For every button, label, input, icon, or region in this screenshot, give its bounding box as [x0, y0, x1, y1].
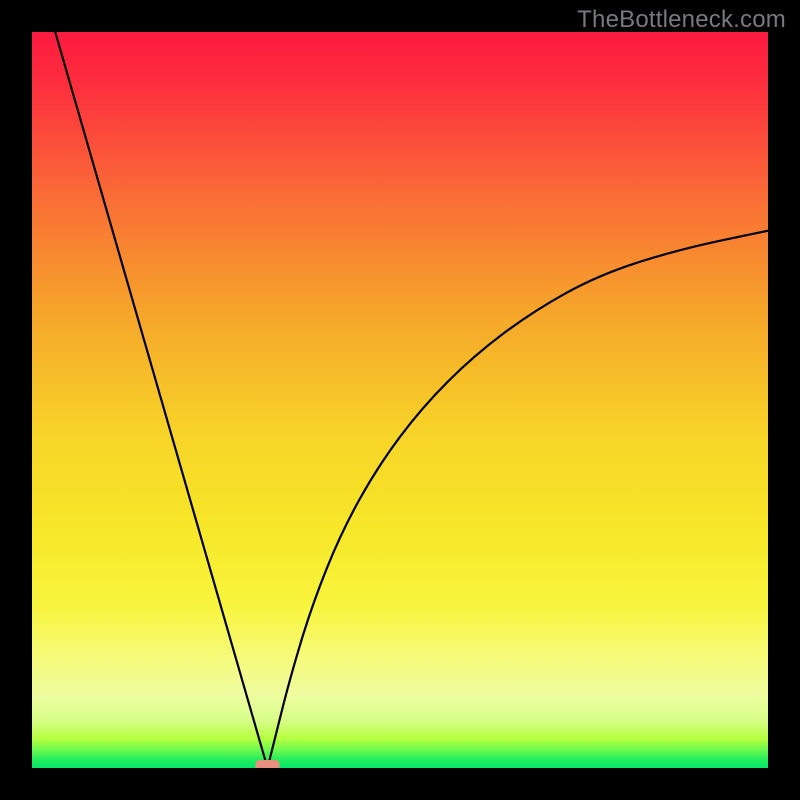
watermark-text: TheBottleneck.com: [577, 6, 786, 34]
bottleneck-chart: [32, 32, 768, 768]
minimum-marker: [256, 760, 280, 768]
gradient-background: [32, 32, 768, 768]
chart-frame: TheBottleneck.com: [0, 0, 800, 800]
plot-area: [32, 32, 768, 768]
